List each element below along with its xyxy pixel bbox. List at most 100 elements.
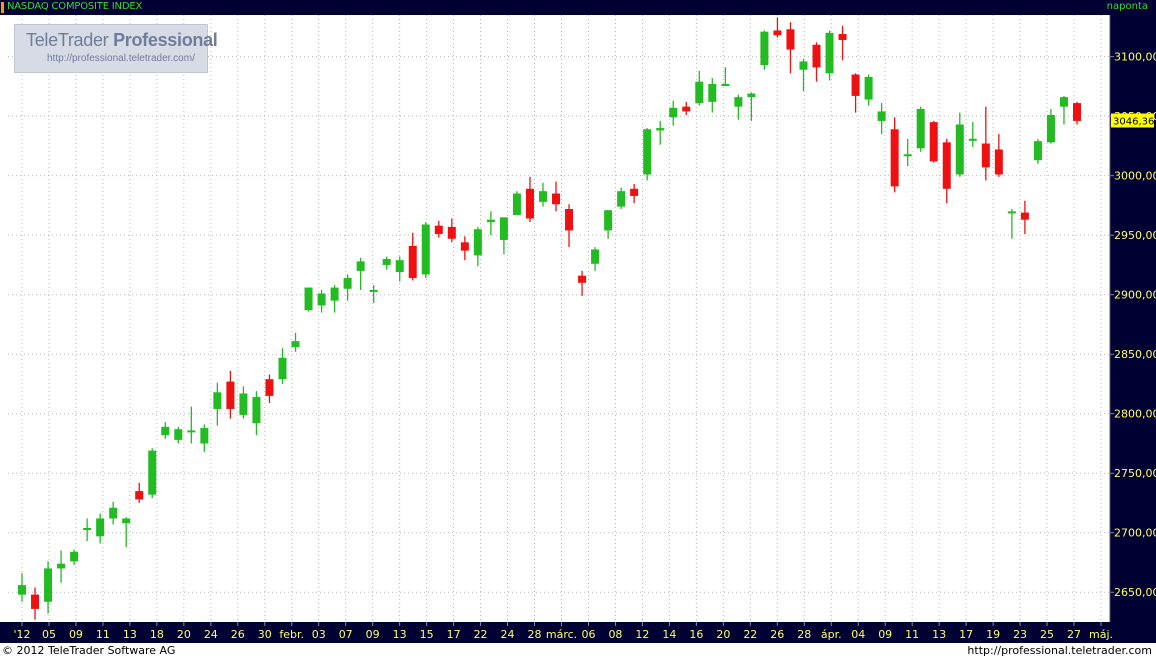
x-tick-label: 12 — [635, 628, 649, 641]
x-tick-label: 24 — [501, 628, 515, 641]
candle — [434, 220, 443, 238]
candle — [734, 94, 743, 120]
candle-body — [538, 191, 547, 202]
candle-body — [617, 191, 626, 207]
candle — [682, 101, 691, 115]
candle — [447, 218, 456, 243]
x-tick-label: 04 — [851, 628, 865, 641]
candle-body — [656, 128, 665, 131]
x-tick-label: 13 — [932, 628, 946, 641]
candle — [760, 30, 769, 70]
candle-body — [565, 209, 574, 231]
candle — [161, 422, 170, 439]
candle — [148, 448, 157, 499]
candle-body — [890, 129, 899, 187]
candle — [200, 424, 209, 452]
candle-body — [265, 379, 274, 396]
candle — [1073, 101, 1081, 125]
candle — [174, 426, 183, 444]
x-tick-label: 11 — [96, 628, 110, 641]
candle — [486, 211, 495, 236]
x-tick-label: 05 — [42, 628, 56, 641]
candle-body — [57, 563, 66, 569]
x-tick-label: 24 — [204, 628, 218, 641]
candle — [44, 561, 53, 614]
candle-body — [734, 97, 743, 107]
period-label[interactable]: naponta — [1107, 1, 1148, 12]
candle-body — [148, 450, 157, 495]
title-bar: NASDAQ COMPOSITE INDEX naponta — [0, 0, 1156, 15]
candle-body — [838, 34, 847, 40]
candle — [799, 59, 808, 92]
x-tick-label: 23 — [1013, 628, 1027, 641]
candle-body — [786, 29, 795, 50]
candle — [968, 122, 977, 148]
candle-body — [460, 242, 469, 251]
candle — [226, 370, 235, 419]
candle-body — [135, 491, 144, 500]
x-tick-label: 07 — [339, 628, 353, 641]
candle — [18, 573, 26, 602]
candle — [578, 270, 587, 296]
candle-body — [421, 224, 430, 275]
candle-body — [473, 229, 482, 256]
instrument-title: NASDAQ COMPOSITE INDEX — [7, 1, 143, 12]
candle — [890, 117, 899, 193]
candle — [538, 182, 547, 207]
candle — [773, 17, 782, 38]
candle — [981, 106, 990, 181]
candle-body — [83, 527, 92, 530]
candle — [512, 191, 521, 215]
candle-body — [343, 278, 352, 289]
x-tick-label: 11 — [905, 628, 919, 641]
candle — [994, 134, 1003, 177]
x-tick-label: ápr. — [821, 628, 842, 641]
x-tick-label: 26 — [231, 628, 245, 641]
y-tick-label: 3100,00 — [1114, 51, 1156, 64]
candle-body — [213, 392, 222, 409]
candle-body — [591, 249, 600, 264]
candle — [473, 226, 482, 267]
candle-body — [1073, 103, 1081, 121]
candle — [382, 256, 391, 270]
chart-grid — [8, 15, 1110, 622]
x-tick-label: 18 — [150, 628, 164, 641]
x-tick-label: 09 — [878, 628, 892, 641]
candlestick-chart: 2650,00 2700,00 2750,00 2800,00 2850,00 2900,… — [0, 15, 1156, 643]
candle-body — [356, 261, 365, 271]
candle — [565, 204, 574, 248]
candle-body — [695, 81, 704, 104]
candle-body — [31, 594, 40, 609]
watermark-brand: TeleTrader Professional — [26, 30, 218, 51]
candle — [291, 332, 300, 352]
candle-body — [760, 31, 769, 65]
x-tick-label: 28 — [797, 628, 811, 641]
candle — [929, 120, 938, 163]
candle-body — [1007, 211, 1016, 214]
candle — [499, 217, 508, 255]
candle — [708, 78, 717, 113]
candle — [851, 73, 860, 113]
candle-body — [200, 427, 209, 444]
footer-url[interactable]: http://professional.teletrader.com — [967, 644, 1152, 657]
x-tick-label: 09 — [69, 628, 83, 641]
x-tick-label: 17 — [447, 628, 461, 641]
candle-body — [1033, 141, 1042, 161]
candle — [825, 30, 834, 81]
x-tick-label: 27 — [1067, 628, 1081, 641]
candle — [643, 128, 652, 181]
candle — [122, 517, 131, 548]
x-tick-label: 03 — [312, 628, 326, 641]
candle-body — [18, 585, 26, 595]
candle — [109, 501, 118, 525]
y-tick-label: 2950,00 — [1114, 229, 1156, 242]
y-tick-label: 2750,00 — [1114, 467, 1156, 480]
candle — [1046, 109, 1055, 144]
candle — [460, 236, 469, 261]
title-accent-marker — [1, 2, 4, 13]
candle-body — [916, 109, 925, 149]
candle-body — [682, 106, 691, 112]
candle — [213, 382, 222, 426]
x-axis: '12 05 09 11 13 18 20 24 26 30 febr. 03 07 09 13 15 17 22… — [0, 15, 1156, 643]
y-axis: 2650,00 2700,00 2750,00 2800,00 2850,00 2900,… — [1110, 15, 1156, 622]
